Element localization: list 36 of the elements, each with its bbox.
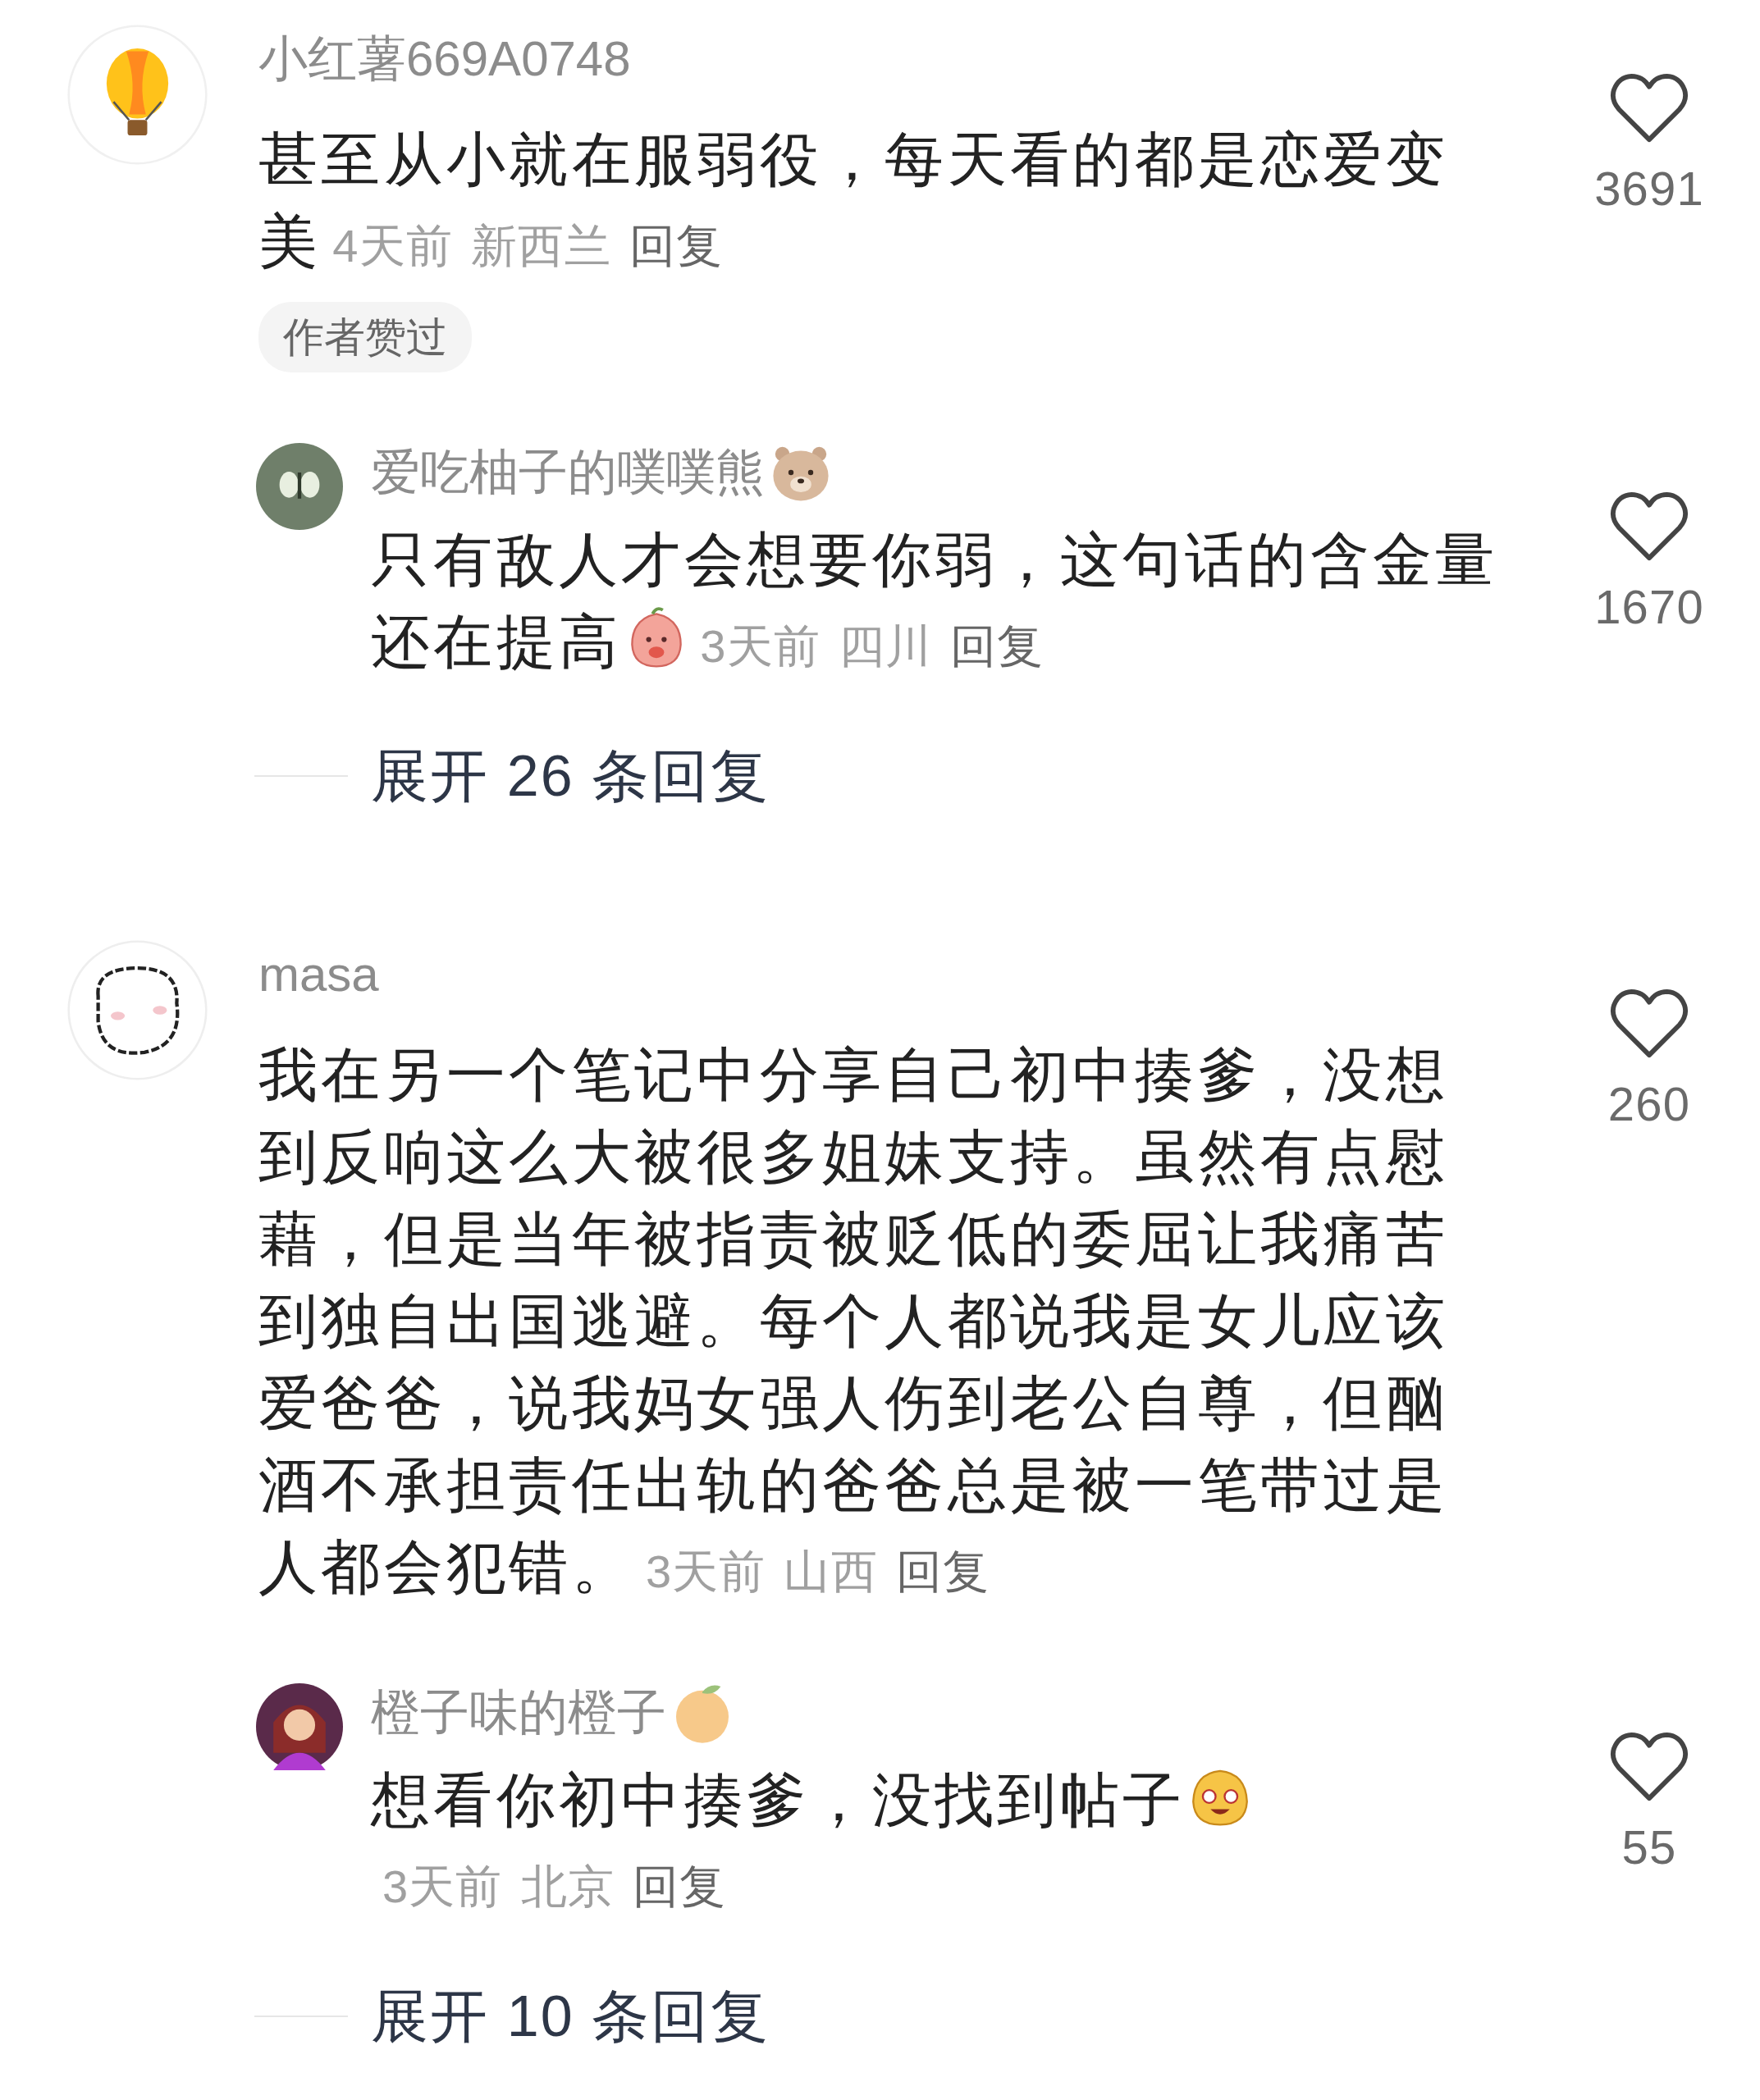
expand-replies-link[interactable]: 展开 10 条回复	[371, 1975, 770, 2057]
comment-text: 美	[258, 208, 322, 274]
comment-text: 人都会犯错。	[258, 1534, 634, 1600]
heart-icon[interactable]	[1609, 1731, 1689, 1803]
comment-text: 还在提高	[371, 609, 622, 674]
time-label: 3天前	[700, 620, 821, 672]
heart-icon[interactable]	[1609, 491, 1689, 563]
like-count: 3691	[1594, 161, 1704, 217]
author-liked-badge: 作者赞过	[258, 302, 472, 372]
time-label: 3天前	[382, 1860, 503, 1912]
expand-replies-link[interactable]: 展开 26 条回复	[371, 735, 770, 817]
location-label: 新西兰	[470, 220, 612, 272]
reply-link[interactable]: 回复	[950, 620, 1045, 672]
user-name[interactable]: 爱吃柚子的噗噗熊	[371, 438, 765, 507]
avatar[interactable]	[67, 940, 208, 1080]
location-label: 北京	[520, 1860, 615, 1912]
comment-text: 只有敌人才会想要你弱，这句话的含金量	[371, 526, 1499, 594]
time-label: 3天前	[645, 1545, 766, 1597]
location-label: 四川	[838, 620, 933, 672]
like-count: 1670	[1594, 579, 1704, 635]
user-name[interactable]: 小红薯669A0748	[258, 25, 631, 94]
heart-icon[interactable]	[1609, 72, 1689, 144]
comment-text: 想看你初中揍爹，没找到帖子	[371, 1767, 1186, 1833]
heart-icon[interactable]	[1609, 988, 1689, 1060]
comment-text: 甚至从小就在服弱役，每天看的都是恋爱变	[258, 126, 1450, 194]
avatar[interactable]	[256, 1683, 343, 1770]
like-count: 260	[1607, 1076, 1691, 1132]
reply-link[interactable]: 回复	[629, 220, 724, 272]
reply-link[interactable]: 回复	[632, 1860, 726, 1912]
time-label: 4天前	[332, 220, 453, 272]
user-name[interactable]: masa	[258, 940, 379, 1009]
like-count: 55	[1621, 1819, 1677, 1875]
reply-link[interactable]: 回复	[895, 1545, 990, 1597]
comment-text: 我在另一个笔记中分享自己初中揍爹，没想到反响这么大被很多姐妹支持。虽然有点慰藉，但是当年被指责被贬低的委屈让我痛苦到独自出国逃避。每个人都说我是女儿应该爱爸爸，说我妈女强人伤到老公自尊，但酗酒不承担责任出轨的爸爸总是被一笔带过是	[258, 1041, 1450, 1519]
user-name[interactable]: 橙子味的橙子	[371, 1678, 666, 1747]
location-label: 山西	[784, 1545, 878, 1597]
